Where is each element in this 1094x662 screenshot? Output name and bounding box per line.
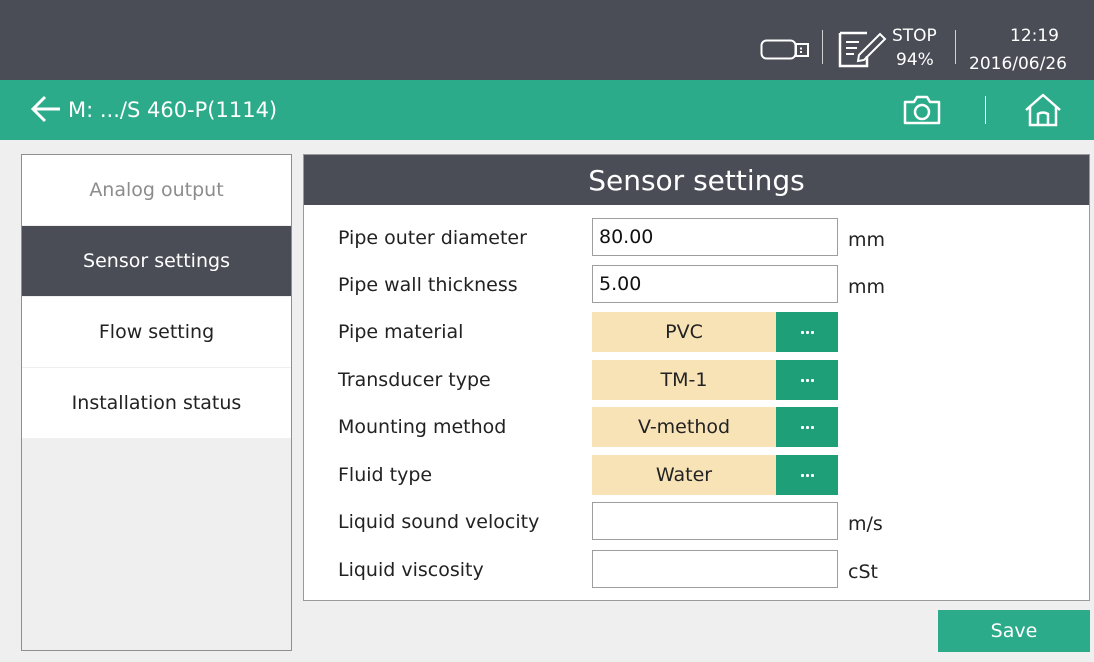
edit-note-icon — [838, 31, 887, 68]
fluid-type-label: Fluid type — [338, 464, 433, 486]
mounting-method-more-button[interactable] — [776, 407, 838, 447]
sidebar: Analog output Sensor settings Flow setti… — [21, 154, 292, 651]
sidebar-item-sensor-settings[interactable]: Sensor settings — [22, 226, 291, 296]
fluid-type-more-button[interactable] — [776, 455, 838, 495]
sound-velocity-label: Liquid sound velocity — [338, 511, 540, 533]
wall-thickness-label: Pipe wall thickness — [338, 274, 518, 296]
clock-time: 12:19 — [1010, 26, 1059, 46]
more-dots-icon — [800, 425, 804, 429]
more-dots-icon — [810, 330, 814, 334]
breadcrumb-title: M: .../S 460-P(1114) — [68, 98, 278, 122]
clock-date: 2016/06/26 — [969, 54, 1067, 74]
transducer-type-select[interactable]: TM-1 — [592, 360, 776, 400]
transducer-type-more-button[interactable] — [776, 360, 838, 400]
outer-diameter-unit: mm — [848, 229, 886, 251]
sound-velocity-unit: m/s — [848, 513, 883, 535]
nav-divider — [985, 96, 986, 124]
more-dots-icon — [805, 378, 809, 382]
more-dots-icon — [810, 473, 814, 477]
status-divider — [822, 30, 823, 64]
more-dots-icon — [805, 473, 809, 477]
mounting-method-select[interactable]: V-method — [592, 407, 776, 447]
viscosity-unit: cSt — [848, 561, 878, 583]
home-icon[interactable] — [1023, 92, 1063, 128]
status-bar: STOP 94% 12:19 2016/06/26 — [0, 0, 1094, 80]
wall-thickness-unit: mm — [848, 276, 886, 298]
sidebar-item-flow-setting[interactable]: Flow setting — [22, 297, 291, 367]
sidebar-item-analog-output[interactable]: Analog output — [22, 155, 291, 225]
save-button[interactable]: Save — [938, 610, 1090, 652]
pipe-material-select[interactable]: PVC — [592, 312, 776, 352]
more-dots-icon — [810, 425, 814, 429]
pipe-material-more-button[interactable] — [776, 312, 838, 352]
outer-diameter-input[interactable]: 80.00 — [592, 218, 838, 256]
run-state-text: STOP — [892, 26, 937, 46]
fluid-type-select[interactable]: Water — [592, 455, 776, 495]
status-divider — [955, 30, 956, 64]
more-dots-icon — [800, 378, 804, 382]
wall-thickness-input[interactable]: 5.00 — [592, 265, 838, 303]
more-dots-icon — [810, 378, 814, 382]
sidebar-item-installation-status[interactable]: Installation status — [22, 368, 291, 438]
transducer-type-label: Transducer type — [338, 369, 491, 391]
outer-diameter-label: Pipe outer diameter — [338, 227, 527, 249]
more-dots-icon — [805, 330, 809, 334]
more-dots-icon — [800, 473, 804, 477]
viscosity-label: Liquid viscosity — [338, 559, 484, 581]
more-dots-icon — [805, 425, 809, 429]
camera-icon[interactable] — [902, 94, 942, 126]
progress-percent: 94% — [896, 50, 934, 70]
panel-title: Sensor settings — [304, 155, 1089, 205]
sound-velocity-input[interactable] — [592, 502, 838, 540]
more-dots-icon — [800, 330, 804, 334]
battery-icon — [760, 39, 809, 60]
back-arrow-icon[interactable] — [30, 94, 62, 124]
pipe-material-label: Pipe material — [338, 321, 464, 343]
viscosity-input[interactable] — [592, 550, 838, 588]
sensor-settings-panel: Sensor settings Pipe outer diameter 80.0… — [303, 154, 1090, 601]
mounting-method-label: Mounting method — [338, 416, 507, 438]
